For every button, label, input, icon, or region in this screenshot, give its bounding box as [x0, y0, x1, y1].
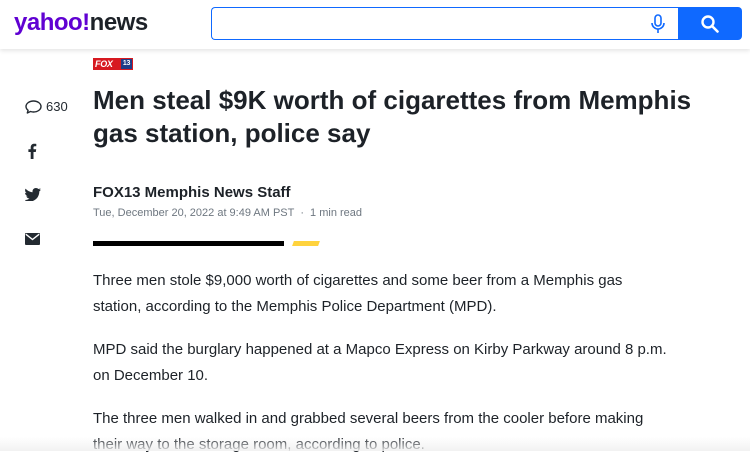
comments-button[interactable]: 630: [25, 99, 68, 114]
search-button[interactable]: [678, 7, 742, 40]
article-meta: Tue, December 20, 2022 at 9:49 AM PST · 1 …: [93, 207, 362, 219]
headline-divider-black: [93, 241, 284, 246]
twitter-icon[interactable]: [25, 188, 41, 201]
mail-icon[interactable]: [25, 233, 40, 245]
logo-yahoo-text: yahoo!: [14, 9, 90, 36]
yahoo-news-logo[interactable]: yahoo!news: [14, 8, 148, 38]
read-time: 1 min read: [310, 207, 363, 219]
search-icon: [701, 15, 719, 33]
fox13-source-logo[interactable]: FOX 13: [93, 58, 133, 70]
top-header: yahoo!news: [0, 0, 750, 49]
paragraph: MPD said the burglary happened at a Mapc…: [93, 341, 667, 384]
source-logo-number: 13: [121, 59, 132, 69]
microphone-icon[interactable]: [649, 14, 667, 34]
article-headline: Men steal $9K worth of cigarettes from M…: [93, 85, 692, 148]
publish-date: Tue, December 20, 2022 at 9:49 AM PST: [93, 207, 295, 219]
search-input[interactable]: [220, 13, 644, 37]
facebook-icon[interactable]: [27, 143, 37, 159]
headline-divider-yellow: [292, 241, 320, 246]
meta-separator: ·: [300, 207, 305, 219]
logo-news-text: news: [89, 9, 149, 36]
paragraph: Three men stole $9,000 worth of cigarett…: [93, 272, 623, 315]
article-author[interactable]: FOX13 Memphis News Staff: [93, 184, 291, 201]
bottom-fade: [0, 437, 750, 451]
comment-count: 630: [46, 99, 68, 114]
comment-icon: [25, 99, 42, 114]
search-box: [211, 7, 678, 40]
source-logo-main: FOX: [95, 59, 113, 69]
